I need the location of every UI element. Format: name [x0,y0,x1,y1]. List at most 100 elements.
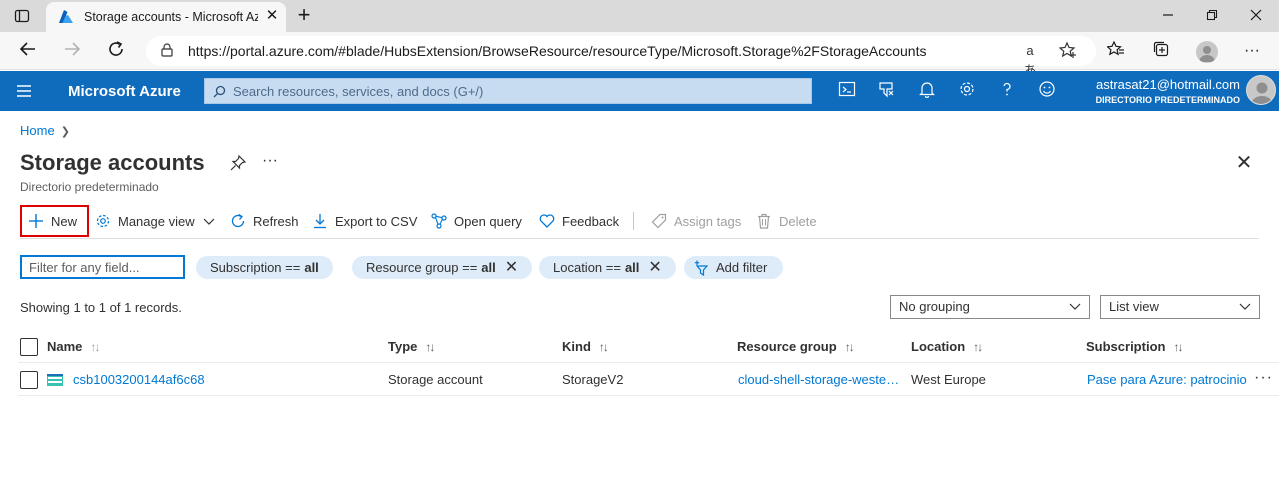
query-icon [430,212,448,230]
view-select[interactable]: List view [1100,295,1260,319]
breadcrumb-home[interactable]: Home [20,123,55,138]
filter-input[interactable] [20,255,185,279]
lock-icon[interactable] [160,43,174,57]
row-name-cell: csb1003200144af6c68 [47,363,205,396]
column-header-kind[interactable]: Kind ↑↓ [562,330,609,363]
row-checkbox[interactable] [20,363,38,396]
account-avatar[interactable] [1246,75,1276,105]
grouping-select-value: No grouping [899,299,970,314]
window-close-icon[interactable] [1246,6,1266,26]
location-filter-pill[interactable]: Location == all ✕ [539,256,676,279]
column-header-type[interactable]: Type ↑↓ [388,330,435,363]
azure-header: Microsoft Azure astrasat21@hotmail.com D… [0,71,1279,111]
browser-menu-icon[interactable]: ··· [1241,40,1263,62]
open-query-button[interactable]: Open query [430,205,522,237]
restore-icon[interactable] [1202,6,1222,26]
chevron-down-icon [203,218,215,225]
portal-menu-icon[interactable] [16,83,32,99]
new-button-label: New [51,213,78,229]
column-header-location[interactable]: Location ↑↓ [911,330,983,363]
select-all-checkbox[interactable] [20,330,38,363]
browser-tab-active[interactable]: Storage accounts - Microsoft Azure ✕ [46,2,286,32]
refresh-icon [229,212,247,230]
reload-icon[interactable] [105,40,127,62]
page-subtitle: Directorio predeterminado [20,180,159,194]
tag-icon [650,212,668,230]
sort-icon: ↑↓ [844,339,855,354]
subscription-filter-label: Subscription == [210,260,301,275]
column-header-subscription[interactable]: Subscription ↑↓ [1086,330,1183,363]
account-info[interactable]: astrasat21@hotmail.com DIRECTORIO PREDET… [1060,77,1240,105]
blade-close-icon[interactable]: ✕ [1234,153,1254,173]
assign-tags-button[interactable]: Assign tags [650,205,741,237]
add-filter-icon [694,260,709,276]
chevron-down-icon [1069,303,1081,310]
manage-view-button[interactable]: Manage view [94,205,215,237]
storage-account-link[interactable]: csb1003200144af6c68 [73,372,205,387]
sort-icon: ↑↓ [1173,339,1183,354]
account-email: astrasat21@hotmail.com [1096,77,1240,92]
feedback-label: Feedback [562,213,620,229]
collections-icon[interactable] [1150,40,1172,62]
resource-group-link[interactable]: cloud-shell-storage-weste… [738,363,899,396]
resource-group-filter-pill[interactable]: Resource group == all ✕ [352,256,533,279]
manage-view-label: Manage view [118,213,195,229]
grouping-select[interactable]: No grouping [890,295,1090,319]
title-more-icon[interactable]: ··· [262,152,278,170]
add-favorite-icon[interactable] [1058,41,1078,61]
records-count: Showing 1 to 1 of 1 records. [20,300,182,315]
minimize-icon[interactable] [1158,6,1178,26]
location-filter-value: all [624,260,640,275]
browser-tabstrip: Storage accounts - Microsoft Azure ✕ + [0,0,1279,32]
add-filter-button[interactable]: Add filter [684,256,784,279]
favorites-icon[interactable] [1105,40,1127,62]
sort-icon: ↑↓ [425,339,435,354]
assign-tags-label: Assign tags [674,213,742,229]
remove-location-filter-icon[interactable]: ✕ [648,259,661,276]
global-search-box[interactable] [204,78,812,104]
sort-icon: ↑↓ [598,339,609,354]
table-row[interactable]: csb1003200144af6c68 Storage account Stor… [18,363,1279,396]
help-icon[interactable] [996,80,1018,102]
global-search-input[interactable] [233,81,803,101]
export-csv-button[interactable]: Export to CSV [311,205,417,237]
column-header-resource-group[interactable]: Resource group ↑↓ [737,330,855,363]
subscription-filter-value: all [304,260,319,275]
notifications-icon[interactable] [916,80,938,102]
subscription-link[interactable]: Pase para Azure: patrocinio [1087,363,1247,396]
command-bar: New Manage view Refresh Export to CSV Op… [20,205,1259,239]
browser-toolbar: https://portal.azure.com/#blade/HubsExte… [0,32,1279,78]
new-tab-button[interactable]: + [294,4,314,26]
new-button[interactable]: New [20,205,89,237]
forward-icon[interactable] [61,40,83,62]
directory-filter-icon[interactable] [876,80,898,102]
view-select-value: List view [1109,299,1159,314]
tab-actions-icon[interactable] [14,8,30,24]
feedback-button[interactable]: Feedback [538,205,619,237]
azure-brand[interactable]: Microsoft Azure [68,83,181,100]
settings-gear-icon[interactable] [956,80,978,102]
command-divider [633,212,634,230]
delete-label: Delete [779,213,817,229]
row-type: Storage account [388,372,483,387]
sort-icon: ↑↓ [973,339,983,354]
tab-close-icon[interactable]: ✕ [264,8,280,24]
delete-button[interactable]: Delete [755,205,817,237]
subscription-filter-pill[interactable]: Subscription == all [196,256,333,279]
remove-resource-group-filter-icon[interactable]: ✕ [505,259,518,276]
row-more-icon[interactable]: ··· [1254,369,1273,387]
read-aloud-icon[interactable]: aあ [1020,41,1040,78]
feedback-smiley-icon[interactable] [1036,80,1058,102]
browser-profile-avatar[interactable] [1196,41,1218,63]
url-text[interactable]: https://portal.azure.com/#blade/HubsExte… [188,43,926,59]
plus-icon [27,212,45,230]
back-icon[interactable] [17,40,39,62]
address-bar[interactable]: https://portal.azure.com/#blade/HubsExte… [146,36,1096,78]
cloud-shell-icon[interactable] [836,80,858,102]
tab-title: Storage accounts - Microsoft Azure [84,10,258,24]
pin-icon[interactable] [230,155,246,171]
row-location: West Europe [911,372,986,387]
column-header-name[interactable]: Name ↑↓ [47,330,100,363]
refresh-button[interactable]: Refresh [229,205,299,237]
trash-icon [755,212,773,230]
